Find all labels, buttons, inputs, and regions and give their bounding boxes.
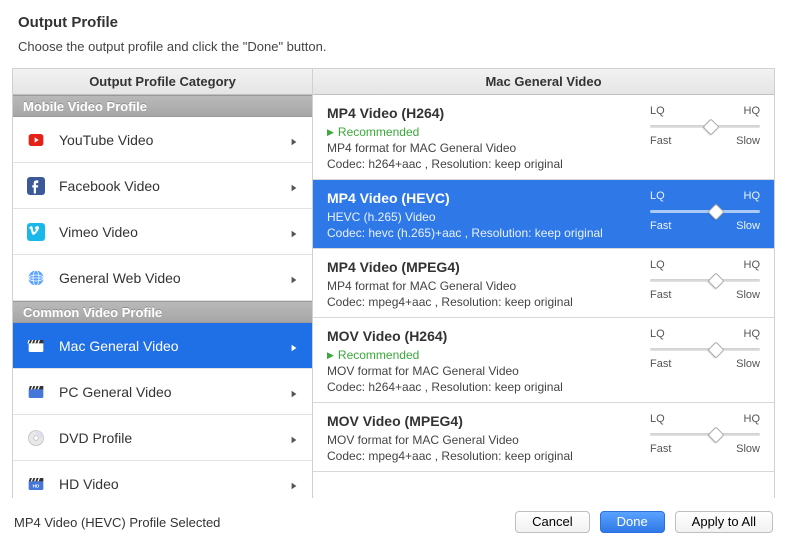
titlebar: Output Profile Choose the output profile… <box>0 0 787 62</box>
bottom-bar: MP4 Video (HEVC) Profile Selected Cancel… <box>0 502 787 542</box>
vimeo-icon <box>25 221 47 243</box>
disc-icon <box>25 427 47 449</box>
chevron-right-icon <box>290 227 300 237</box>
group-header-common-video-profile: Common Video Profile <box>13 301 312 323</box>
group-header-mobile-video-profile: Mobile Video Profile <box>13 95 312 117</box>
quality-slider[interactable]: LQ HQ Fast Slow <box>650 259 760 301</box>
hq-label: HQ <box>744 259 761 271</box>
status-text: MP4 Video (HEVC) Profile Selected <box>14 515 505 530</box>
chevron-right-icon <box>290 273 300 283</box>
hq-label: HQ <box>744 190 761 202</box>
category-label: Mac General Video <box>59 338 290 354</box>
slider-track[interactable] <box>650 119 760 133</box>
format-column-header: Mac General Video <box>313 69 774 95</box>
fast-label: Fast <box>650 135 671 147</box>
category-vimeo-video[interactable]: Vimeo Video <box>13 209 312 255</box>
slider-knob[interactable] <box>708 427 725 444</box>
main-panel: Output Profile Category Mobile Video Pro… <box>12 68 775 498</box>
youtube-icon <box>25 129 47 151</box>
lq-label: LQ <box>650 190 665 202</box>
chevron-right-icon <box>290 479 300 489</box>
category-label: DVD Profile <box>59 430 290 446</box>
format-mp4-hevc[interactable]: MP4 Video (HEVC)HEVC (h.265) VideoCodec:… <box>313 180 774 249</box>
chevron-right-icon <box>290 341 300 351</box>
category-label: YouTube Video <box>59 132 290 148</box>
apply-to-all-button[interactable]: Apply to All <box>675 511 773 533</box>
facebook-icon <box>25 175 47 197</box>
fast-label: Fast <box>650 443 671 455</box>
category-mac-general-video[interactable]: Mac General Video <box>13 323 312 369</box>
quality-slider[interactable]: LQ HQ Fast Slow <box>650 328 760 370</box>
category-hd-video[interactable]: HD HD Video <box>13 461 312 498</box>
output-profile-window: Output Profile Choose the output profile… <box>0 0 787 542</box>
lq-label: LQ <box>650 105 665 117</box>
svg-text:HD: HD <box>33 483 40 488</box>
format-mp4-h264[interactable]: MP4 Video (H264)RecommendedMP4 format fo… <box>313 95 774 180</box>
category-label: General Web Video <box>59 270 290 286</box>
category-scroll[interactable]: Mobile Video Profile YouTube Video Faceboo… <box>13 95 312 498</box>
clapperboard-icon <box>25 335 47 357</box>
window-subtitle: Choose the output profile and click the … <box>18 39 769 54</box>
category-label: Vimeo Video <box>59 224 290 240</box>
done-button[interactable]: Done <box>600 511 665 533</box>
fast-label: Fast <box>650 358 671 370</box>
quality-slider[interactable]: LQ HQ Fast Slow <box>650 105 760 147</box>
format-column: Mac General Video MP4 Video (H264)Recomm… <box>313 69 774 498</box>
slow-label: Slow <box>736 358 760 370</box>
lq-label: LQ <box>650 259 665 271</box>
category-label: HD Video <box>59 476 290 492</box>
format-mov-h264[interactable]: MOV Video (H264)RecommendedMOV format fo… <box>313 318 774 403</box>
slider-knob[interactable] <box>708 204 725 221</box>
chevron-right-icon <box>290 433 300 443</box>
slow-label: Slow <box>736 220 760 232</box>
format-codec: Codec: h264+aac , Resolution: keep origi… <box>327 380 760 394</box>
hq-label: HQ <box>744 413 761 425</box>
slider-track[interactable] <box>650 204 760 218</box>
quality-slider[interactable]: LQ HQ Fast Slow <box>650 190 760 232</box>
lq-label: LQ <box>650 328 665 340</box>
chevron-right-icon <box>290 387 300 397</box>
lq-label: LQ <box>650 413 665 425</box>
category-column: Output Profile Category Mobile Video Pro… <box>13 69 313 498</box>
fast-label: Fast <box>650 289 671 301</box>
category-youtube-video[interactable]: YouTube Video <box>13 117 312 163</box>
hq-label: HQ <box>744 328 761 340</box>
format-codec: Codec: h264+aac , Resolution: keep origi… <box>327 157 760 171</box>
slider-track[interactable] <box>650 273 760 287</box>
format-scroll[interactable]: MP4 Video (H264)RecommendedMP4 format fo… <box>313 95 774 498</box>
category-label: PC General Video <box>59 384 290 400</box>
slider-track[interactable] <box>650 427 760 441</box>
category-dvd-profile[interactable]: DVD Profile <box>13 415 312 461</box>
fast-label: Fast <box>650 220 671 232</box>
category-column-header: Output Profile Category <box>13 69 312 95</box>
slow-label: Slow <box>736 135 760 147</box>
format-mov-mpeg4[interactable]: MOV Video (MPEG4)MOV format for MAC Gene… <box>313 403 774 472</box>
clapperboard-hd-icon: HD <box>25 473 47 495</box>
slider-knob[interactable] <box>702 119 719 136</box>
category-pc-general-video[interactable]: PC General Video <box>13 369 312 415</box>
slider-knob[interactable] <box>708 273 725 290</box>
quality-slider[interactable]: LQ HQ Fast Slow <box>650 413 760 455</box>
slow-label: Slow <box>736 289 760 301</box>
chevron-right-icon <box>290 135 300 145</box>
category-facebook-video[interactable]: Facebook Video <box>13 163 312 209</box>
category-label: Facebook Video <box>59 178 290 194</box>
slider-knob[interactable] <box>708 342 725 359</box>
slider-track[interactable] <box>650 342 760 356</box>
chevron-right-icon <box>290 181 300 191</box>
globe-icon <box>25 267 47 289</box>
hq-label: HQ <box>744 105 761 117</box>
category-general-web-video[interactable]: General Web Video <box>13 255 312 301</box>
slow-label: Slow <box>736 443 760 455</box>
clapperboard-icon <box>25 381 47 403</box>
format-mp4-mpeg4[interactable]: MP4 Video (MPEG4)MP4 format for MAC Gene… <box>313 249 774 318</box>
cancel-button[interactable]: Cancel <box>515 511 589 533</box>
window-title: Output Profile <box>18 14 769 31</box>
